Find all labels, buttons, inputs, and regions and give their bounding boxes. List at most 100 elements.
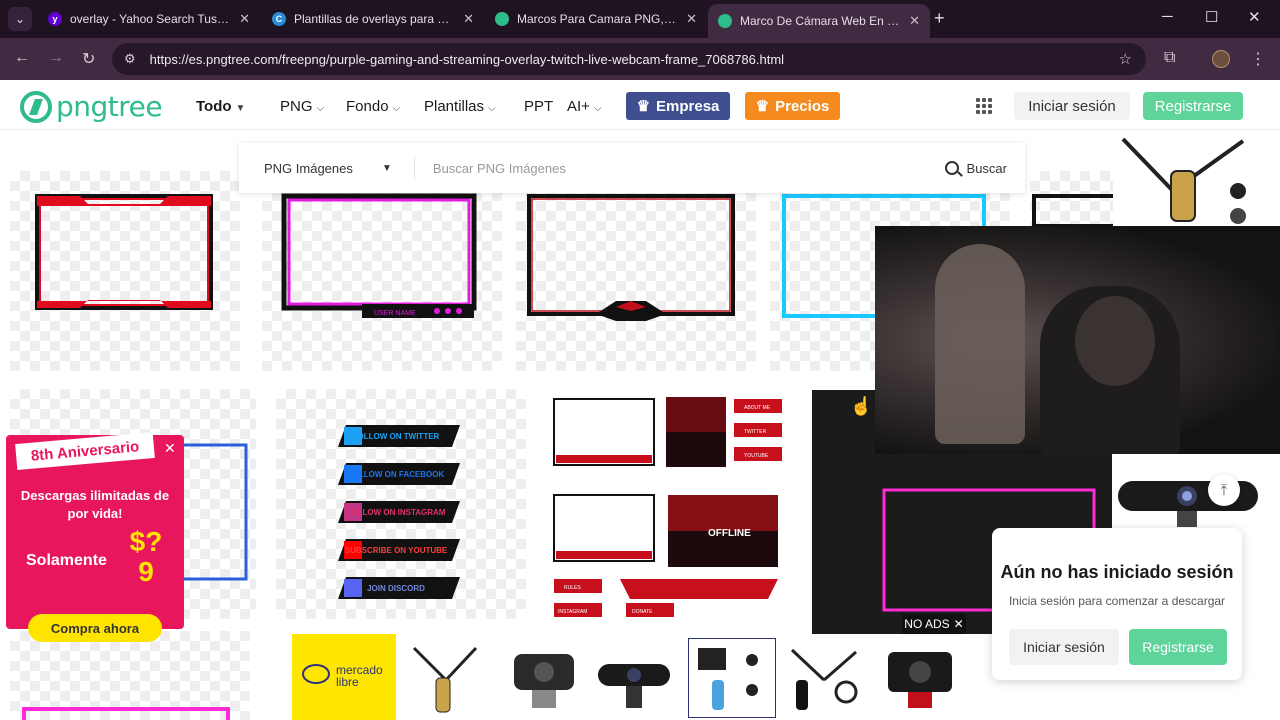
nav-fondo[interactable]: Fondo ⌵ (346, 98, 400, 115)
search-button-label: Buscar (966, 160, 1007, 176)
precios-button[interactable]: ♛ Precios (745, 92, 840, 120)
minimize-icon[interactable]: ─ (1162, 8, 1173, 25)
forward-arrow-icon[interactable]: → (48, 49, 64, 67)
login-prompt-subtitle: Inicia sesión para comenzar a descargar (1008, 594, 1226, 608)
social-label-facebook: FOLLOW ON FACEBOOK (348, 470, 445, 479)
browser-tab-3[interactable]: Marcos Para Camara PNG, Dibujos ✕ (485, 5, 707, 33)
nav-todo[interactable]: Todo ▼ (196, 98, 245, 115)
frame-username-label: USER NAME (374, 310, 416, 317)
red-webcam-frame-image (35, 194, 213, 310)
kit-label-rules: RULES (564, 585, 581, 591)
hand-cursor-icon: ☝ (850, 396, 873, 416)
anniversary-promo-banner: 8th Aniversario ✕ Descargas ilimitadas d… (6, 432, 184, 642)
popover-register-button[interactable]: Registrarse (1129, 629, 1227, 665)
chevron-down-icon: ⌵ (488, 103, 496, 114)
tab-close-icon[interactable]: ✕ (463, 11, 474, 27)
promo-only-label: Solamente (26, 552, 107, 569)
handshake-icon (302, 664, 330, 684)
result-card-bottom-left[interactable] (10, 631, 250, 720)
login-prompt-title: Aún no has iniciado sesión (1000, 562, 1234, 582)
search-button[interactable]: Buscar (944, 160, 1007, 176)
empresa-label: Empresa (656, 97, 720, 115)
browser-tab-4-active[interactable]: Marco De Cámara Web En Vivo ✕ (708, 4, 930, 38)
pngtree-logo[interactable]: pngtree (20, 90, 163, 123)
yahoo-icon: y (48, 12, 62, 26)
ad-product-mic-arm-black[interactable] (780, 638, 868, 718)
result-card-purple-frame[interactable]: USER NAME (262, 171, 502, 371)
pink-frame-image (22, 707, 230, 720)
social-label-instagram: FOLLOW ON INSTAGRAM (347, 508, 446, 517)
extensions-icon[interactable]: ⧉ (1164, 49, 1175, 67)
browser-toolbar: ← → ↻ ⚙ https://es.pngtree.com/freepng/p… (0, 38, 1280, 80)
crown-icon: ♛ (636, 98, 651, 115)
buy-now-button[interactable]: Compra ahora (28, 614, 162, 642)
kit-label-twitter: TWITTER (744, 429, 767, 435)
nav-png[interactable]: PNG ⌵ (280, 98, 324, 115)
kit-label-instagram: INSTAGRAM (558, 609, 587, 615)
result-card-darkred-frame[interactable] (516, 171, 756, 371)
address-bar[interactable]: ⚙ https://es.pngtree.com/freepng/purple-… (112, 43, 1146, 75)
tab-close-icon[interactable]: ✕ (686, 11, 697, 27)
webcam-black-image (598, 664, 670, 708)
ad-mic-arm-top[interactable] (1113, 131, 1280, 227)
social-label-discord: JOIN DISCORD (367, 584, 425, 593)
ad-product-webcam-1[interactable] (500, 638, 588, 718)
webcam-silver-image (514, 654, 574, 708)
popover-login-button[interactable]: Iniciar sesión (1009, 629, 1119, 665)
pngtree-logo-icon (20, 90, 52, 123)
ad-product-mic-arm-gold[interactable] (402, 638, 490, 718)
no-ads-button[interactable]: NO ADS ✕ (902, 614, 966, 634)
social-buttons-image: FOLLOW ON TWITTER FOLLOW ON FACEBOOK FOL… (338, 425, 460, 599)
mic-kit-image (698, 648, 758, 710)
nav-ai[interactable]: AI+ ⌵ (567, 98, 602, 115)
ad-product-mic-kit[interactable] (688, 638, 776, 718)
stream-kit-image: ABOUT ME TWITTER YOUTUBE OFFLINE RULES I… (553, 397, 782, 617)
result-card-red-frame[interactable] (10, 171, 240, 371)
crown-icon: ♛ (755, 98, 770, 115)
new-tab-icon[interactable]: + (934, 8, 945, 29)
profile-avatar[interactable] (1212, 50, 1230, 68)
browser-tab-1[interactable]: y overlay - Yahoo Search Tus resultados … (38, 5, 260, 33)
nav-plantillas[interactable]: Plantillas ⌵ (424, 98, 496, 115)
darkred-webcam-frame-image (527, 194, 735, 321)
tab-close-icon[interactable]: ✕ (909, 13, 920, 29)
url-text: https://es.pngtree.com/freepng/purple-ga… (149, 51, 785, 67)
search-input[interactable] (432, 160, 933, 176)
caret-down-icon[interactable]: ▼ (382, 163, 392, 174)
ad-product-webcam-red[interactable] (876, 638, 964, 718)
kit-label-about: ABOUT ME (744, 405, 771, 411)
caret-down-icon: ▼ (235, 103, 246, 114)
purple-webcam-frame-image: USER NAME (281, 193, 477, 318)
social-label-twitter: FOLLOW ON TWITTER (353, 432, 440, 441)
search-category-label: PNG Imágenes (264, 160, 353, 176)
social-label-youtube: SUBSCRIBE ON YOUTUBE (345, 546, 448, 555)
pngtree-icon (495, 12, 509, 26)
site-settings-icon[interactable]: ⚙ (124, 51, 136, 67)
back-arrow-icon[interactable]: ← (14, 49, 30, 67)
nav-ppt[interactable]: PPT (524, 98, 553, 115)
mic-arm-gold-image (412, 646, 478, 713)
register-button[interactable]: Registrarse (1143, 92, 1243, 120)
browser-tab-2[interactable]: C Plantillas de overlays para Twitch ✕ (262, 5, 484, 33)
mercadolibre-logo[interactable]: mercado libre (292, 634, 396, 720)
chevron-down-icon: ⌵ (316, 103, 325, 114)
ad-product-webcam-2[interactable] (590, 638, 678, 718)
kit-label-youtube: YOUTUBE (744, 453, 769, 459)
empresa-button[interactable]: ♛ Empresa (626, 92, 730, 120)
promo-close-icon[interactable]: ✕ (164, 440, 176, 457)
search-category-select[interactable]: PNG Imágenes (264, 161, 382, 176)
login-button[interactable]: Iniciar sesión (1014, 92, 1130, 120)
bookmark-star-icon[interactable]: ☆ (1119, 50, 1132, 68)
tab-search-button[interactable]: ⌄ (8, 7, 32, 31)
window-close-icon[interactable]: ✕ (1248, 8, 1261, 26)
result-card-social-buttons[interactable]: FOLLOW ON TWITTER FOLLOW ON FACEBOOK FOL… (276, 389, 526, 619)
reload-icon[interactable]: ↻ (82, 49, 95, 69)
result-card-stream-kit[interactable]: ABOUT ME TWITTER YOUTUBE OFFLINE RULES I… (546, 389, 792, 619)
tab-close-icon[interactable]: ✕ (239, 11, 250, 27)
back-to-top-icon[interactable]: ⤒ (1208, 474, 1240, 506)
browser-tab-bar: ⌄ y overlay - Yahoo Search Tus resultado… (0, 0, 1280, 38)
promo-price: $?9 (129, 526, 163, 587)
maximize-icon[interactable]: ☐ (1205, 8, 1218, 26)
browser-menu-icon[interactable]: ⋮ (1250, 49, 1266, 69)
apps-grid-icon[interactable] (976, 98, 992, 114)
